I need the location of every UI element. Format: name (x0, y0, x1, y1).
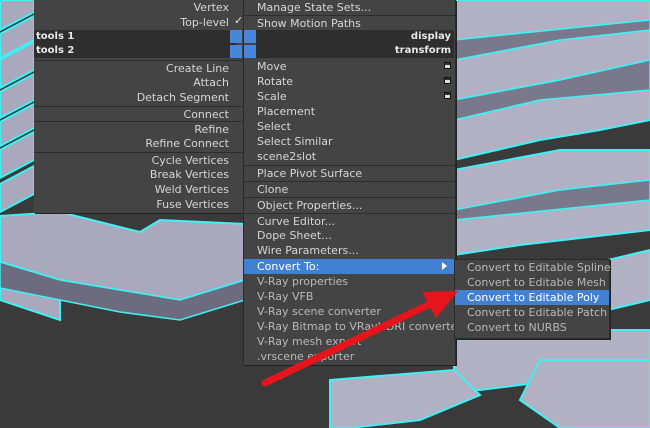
menu-item-vray-scene-converter[interactable]: V-Ray scene converter (244, 304, 455, 319)
menu-item-detach-segment[interactable]: Detach Segment (34, 90, 244, 105)
menu-item-vrscene-exporter[interactable]: .vrscene exporter (244, 349, 455, 364)
menu-item-move[interactable]: Move (244, 59, 455, 74)
submenu-item-convert-to-nurbs[interactable]: Convert to NURBS (455, 320, 609, 335)
quad-center-square[interactable] (244, 30, 256, 43)
quad-header-tools1: tools 1 (34, 30, 236, 44)
menu-item-scale-label: Scale (257, 90, 287, 103)
menu-item-move-label: Move (257, 60, 287, 73)
submenu-item-convert-to-editable-mesh[interactable]: Convert to Editable Mesh (455, 275, 609, 290)
submenu-item-convert-to-editable-poly[interactable]: Convert to Editable Poly (455, 290, 609, 305)
quad-header-display: display (256, 30, 454, 44)
menu-item-show-motion-paths[interactable]: Show Motion Paths (244, 15, 455, 30)
menu-item-select-similar[interactable]: Select Similar (244, 134, 455, 149)
menu-item-vray-vfb[interactable]: V-Ray VFB (244, 289, 455, 304)
menu-item-select[interactable]: Select (244, 119, 455, 134)
menu-item-object-properties[interactable]: Object Properties... (244, 197, 455, 212)
menu-item-vray-mesh-export[interactable]: V-Ray mesh export (244, 334, 455, 349)
menu-item-placement[interactable]: Placement (244, 104, 455, 119)
menu-item-clone[interactable]: Clone (244, 181, 455, 196)
menu-item-scale[interactable]: Scale (244, 89, 455, 104)
menu-item-fuse-vertices[interactable]: Fuse Vertices (34, 197, 244, 212)
menu-item-manage-state-sets[interactable]: Manage State Sets... (244, 0, 455, 15)
submenu-item-convert-to-editable-patch[interactable]: Convert to Editable Patch (455, 305, 609, 320)
quad-header-transform: transform (256, 44, 454, 58)
menu-item-cycle-vertices[interactable]: Cycle Vertices (34, 152, 244, 167)
quad-center-square[interactable] (244, 45, 256, 58)
options-box-icon[interactable] (444, 62, 451, 69)
convert-to-submenu: Convert to Editable Spline Convert to Ed… (454, 259, 611, 339)
menu-item-convert-to-label: Convert To: (257, 260, 320, 273)
menu-item-wire-parameters[interactable]: Wire Parameters... (244, 243, 455, 258)
menu-item-place-pivot-surface[interactable]: Place Pivot Surface (244, 165, 455, 180)
menu-item-rotate[interactable]: Rotate (244, 74, 455, 89)
menu-item-connect[interactable]: Connect (34, 106, 244, 121)
menu-item-refine[interactable]: Refine (34, 121, 244, 136)
menu-item-vray-bitmap-converter[interactable]: V-Ray Bitmap to VRayHDRI converter (244, 319, 462, 334)
menu-item-scene2slot[interactable]: scene2slot (244, 149, 455, 164)
submenu-arrow-icon (442, 262, 447, 270)
menu-item-curve-editor[interactable]: Curve Editor... (244, 213, 455, 228)
options-box-icon[interactable] (444, 92, 451, 99)
menu-item-top-level[interactable]: Top-level (34, 15, 244, 30)
menu-item-refine-connect[interactable]: Refine Connect (34, 136, 244, 151)
menu-item-vertex[interactable]: Vertex (34, 0, 244, 15)
menu-item-convert-to[interactable]: Convert To: (244, 259, 455, 274)
quad-center-square[interactable] (230, 30, 242, 43)
check-icon: ✓ (234, 14, 244, 27)
quad-header-tools2: tools 2 (34, 44, 236, 58)
menu-item-attach[interactable]: Attach (34, 75, 244, 90)
menu-item-rotate-label: Rotate (257, 75, 294, 88)
menu-item-weld-vertices[interactable]: Weld Vertices (34, 182, 244, 197)
menu-item-create-line[interactable]: Create Line (34, 60, 244, 75)
quad-center-square[interactable] (230, 45, 242, 58)
menu-item-dope-sheet[interactable]: Dope Sheet... (244, 228, 455, 243)
options-box-icon[interactable] (444, 77, 451, 84)
submenu-item-convert-to-editable-spline[interactable]: Convert to Editable Spline (455, 260, 611, 275)
menu-item-break-vertices[interactable]: Break Vertices (34, 167, 244, 182)
menu-item-vray-properties[interactable]: V-Ray properties (244, 274, 455, 289)
